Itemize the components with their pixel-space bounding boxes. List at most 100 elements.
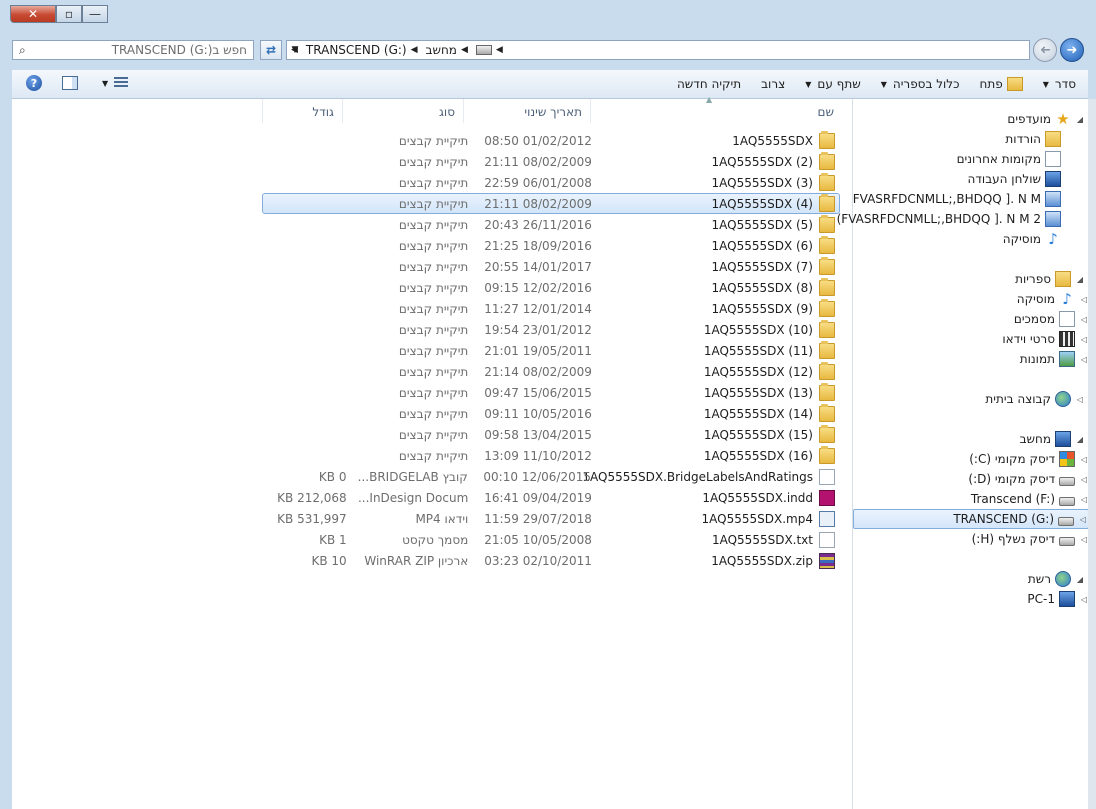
forward-button[interactable]: ➜ [1033, 38, 1057, 62]
nav-drive-h[interactable]: ◁ דיסק נשלף (H:) [853, 529, 1089, 549]
file-row[interactable]: 1AQ5555SDX (3) 06/01/2008 22:59 תיקיית קבצ… [262, 172, 840, 193]
nav-pc-1[interactable]: ◁ PC-1 [853, 589, 1089, 609]
help-button[interactable]: ? [26, 75, 42, 91]
file-row[interactable]: 1AQ5555SDX (2) 08/02/2009 21:11 תיקיית קבצ… [262, 151, 840, 172]
minimize-button[interactable]: — [82, 5, 108, 23]
search-input[interactable]: ⌕ חפש בTRANSCEND (G:) [12, 40, 254, 60]
share-with-menu[interactable]: שתף עם ▼ [795, 77, 871, 91]
nav-computer[interactable]: ◢ מחשב [853, 429, 1089, 449]
file-row[interactable]: 1AQ5555SDX (10) 23/01/2012 19:54 תיקיית קב… [262, 319, 840, 340]
file-name-cell[interactable]: 1AQ5555SDX (3) [600, 172, 839, 191]
file-name: 1AQ5555SDX (14) [703, 406, 813, 421]
breadcrumb-drive[interactable]: TRANSCEND (G:) [306, 43, 407, 57]
file-row[interactable]: 1AQ5555SDX (16) 11/10/2012 13:09 תיקיית קב… [262, 445, 840, 466]
nav-shortcut-2[interactable]: FVASRFDCNMLL;,BHDQQ ]. N M 2) [837, 209, 1089, 229]
scrollbar[interactable] [1088, 99, 1096, 809]
file-row[interactable]: 1AQ5555SDX (5) 26/11/2016 20:43 תיקיית קבצ… [262, 214, 840, 235]
file-icon [819, 468, 835, 485]
search-icon: ⌕ [19, 42, 26, 57]
file-row[interactable]: 1AQ5555SDX (9) 12/01/2014 11:27 תיקיית קבצ… [262, 298, 840, 319]
breadcrumb-computer[interactable]: מחשב [426, 43, 457, 57]
file-row[interactable]: 1AQ5555SDX.BridgeLabelsAndRatings 12/06/2… [262, 466, 840, 487]
file-name-cell[interactable]: 1AQ5555SDX (4) [600, 193, 839, 212]
file-name-cell[interactable]: 1AQ5555SDX.txt [600, 531, 839, 548]
nav-recent-places[interactable]: מקומות אחרונים [853, 149, 1089, 169]
file-name-cell[interactable]: 1AQ5555SDX (2) [600, 151, 839, 170]
nav-network[interactable]: ◢ רשת [853, 569, 1089, 589]
burn-button[interactable]: צרוב [751, 77, 795, 91]
nav-libraries[interactable]: ◢ ספריות [853, 269, 1089, 289]
nav-label: מקומות אחרונים [956, 152, 1041, 166]
include-library-menu[interactable]: כלול בספריה ▼ [871, 77, 970, 91]
file-name-cell[interactable]: 1AQ5555SDX (9) [600, 298, 839, 317]
file-row[interactable]: 1AQ5555SDX (7) 14/01/2017 20:55 תיקיית קבצ… [262, 256, 840, 277]
file-name-cell[interactable]: 1AQ5555SDX (15) [600, 424, 839, 443]
close-button[interactable]: ✕ [10, 5, 56, 23]
nav-favorites[interactable]: ◢ ★ מועדפים [853, 109, 1089, 129]
address-bar[interactable]: ◀ ◀ מחשב ◀ TRANSCEND (G:) ◀ [286, 40, 1030, 60]
expand-arrow-icon[interactable]: ◁ [1078, 515, 1088, 524]
file-row[interactable]: 1AQ5555SDX (8) 12/02/2016 09:15 תיקיית קבצ… [262, 277, 840, 298]
file-row[interactable]: 1AQ5555SDX.zip 02/10/2011 03:23 ארכיון Win… [262, 550, 840, 571]
open-button[interactable]: פתח [969, 77, 1032, 91]
nav-drive-g[interactable]: ◁ TRANSCEND (G:) [853, 509, 1089, 529]
file-name-cell[interactable]: 1AQ5555SDX (6) [600, 235, 839, 254]
file-row[interactable]: 1AQ5555SDX (6) 18/09/2016 21:25 תיקיית קבצ… [262, 235, 840, 256]
file-name-cell[interactable]: 1AQ5555SDX (7) [600, 256, 839, 275]
nav-lib-music[interactable]: ◁ ♪ מוסיקה [853, 289, 1089, 309]
expanded-arrow-icon[interactable]: ◢ [1075, 435, 1085, 444]
file-name-cell[interactable]: 1AQ5555SDX (11) [600, 340, 839, 359]
file-row[interactable]: 1AQ5555SDX.indd 09/04/2019 16:41 InDesign … [262, 487, 840, 508]
expanded-arrow-icon[interactable]: ◢ [1075, 575, 1085, 584]
expanded-arrow-icon[interactable]: ◢ [1075, 115, 1085, 124]
nav-lib-videos[interactable]: ◁ סרטי וידאו [853, 329, 1089, 349]
nav-drive-c[interactable]: ◁ דיסק מקומי (C:) [853, 449, 1089, 469]
refresh-button[interactable]: ⇄ [260, 40, 282, 60]
file-name-cell[interactable]: 1AQ5555SDX (16) [600, 445, 839, 464]
column-date[interactable]: תאריך שינוי [463, 99, 590, 123]
nav-shortcut-1[interactable]: FVASRFDCNMLL;,BHDQQ ]. N M [853, 189, 1089, 209]
file-row[interactable]: 1AQ5555SDX 01/02/2012 08:50 תיקיית קבצים [262, 130, 840, 151]
file-row[interactable]: 1AQ5555SDX (13) 15/06/2015 09:47 תיקיית קב… [262, 382, 840, 403]
file-name-cell[interactable]: 1AQ5555SDX (13) [600, 382, 839, 401]
file-row[interactable]: 1AQ5555SDX.mp4 29/07/2018 11:59 וידאו MP4 5… [262, 508, 840, 529]
nav-desktop[interactable]: שולחן העבודה [853, 169, 1089, 189]
file-name-cell[interactable]: 1AQ5555SDX (5) [600, 214, 839, 233]
nav-drive-d[interactable]: ◁ דיסק מקומי (D:) [853, 469, 1089, 489]
file-name-cell[interactable]: 1AQ5555SDX (8) [600, 277, 839, 296]
file-row[interactable]: 1AQ5555SDX (12) 08/02/2009 21:14 תיקיית קב… [262, 361, 840, 382]
view-details-icon[interactable] [114, 77, 129, 89]
nav-lib-pictures[interactable]: ◁ תמונות [853, 349, 1089, 369]
column-name[interactable]: שם [590, 99, 842, 123]
file-name-cell[interactable]: 1AQ5555SDX.zip [600, 552, 839, 569]
file-name-cell[interactable]: 1AQ5555SDX (12) [600, 361, 839, 380]
address-dropdown[interactable]: ▼ [286, 40, 304, 60]
nav-homegroup[interactable]: ◁ קבוצה ביתית [853, 389, 1089, 409]
back-button[interactable]: ➜ [1060, 38, 1084, 62]
file-row[interactable]: 1AQ5555SDX (14) 10/05/2016 09:11 תיקיית קב… [262, 403, 840, 424]
file-row[interactable]: 1AQ5555SDX (15) 13/04/2015 09:58 תיקיית קב… [262, 424, 840, 445]
nav-drive-f[interactable]: ◁ Transcend (F:) [853, 489, 1089, 509]
file-name: 1AQ5555SDX (8) [711, 280, 813, 295]
nav-lib-documents[interactable]: ◁ מסמכים [853, 309, 1089, 329]
column-size[interactable]: גודל [262, 99, 342, 123]
maximize-button[interactable]: ▫ [56, 5, 82, 23]
expanded-arrow-icon[interactable]: ◢ [1075, 275, 1085, 284]
file-row[interactable]: 1AQ5555SDX (11) 19/05/2011 21:01 תיקיית קב… [262, 340, 840, 361]
file-name-cell[interactable]: 1AQ5555SDX [600, 130, 839, 149]
nav-downloads[interactable]: הורדות [853, 129, 1089, 149]
file-name-cell[interactable]: 1AQ5555SDX.BridgeLabelsAndRatings [582, 468, 839, 485]
preview-pane-icon[interactable] [62, 76, 78, 90]
chevron-down-icon[interactable]: ▼ [102, 79, 108, 88]
expand-arrow-icon[interactable]: ◁ [1075, 395, 1085, 404]
file-name-cell[interactable]: 1AQ5555SDX (14) [600, 403, 839, 422]
file-row[interactable]: 1AQ5555SDX (4) 08/02/2009 21:11 תיקיית קבצ… [262, 193, 840, 214]
column-type[interactable]: סוג [342, 99, 463, 123]
file-name-cell[interactable]: 1AQ5555SDX.mp4 [600, 510, 839, 527]
nav-music-favorite[interactable]: ♪ מוסיקה [853, 229, 1089, 249]
file-row[interactable]: 1AQ5555SDX.txt 10/05/2008 21:05 מסמך טקסט 1… [262, 529, 840, 550]
organize-menu[interactable]: סדר ▼ [1033, 77, 1088, 91]
file-name-cell[interactable]: 1AQ5555SDX.indd [600, 489, 839, 506]
new-folder-button[interactable]: תיקיה חדשה [667, 77, 751, 91]
file-name-cell[interactable]: 1AQ5555SDX (10) [600, 319, 839, 338]
